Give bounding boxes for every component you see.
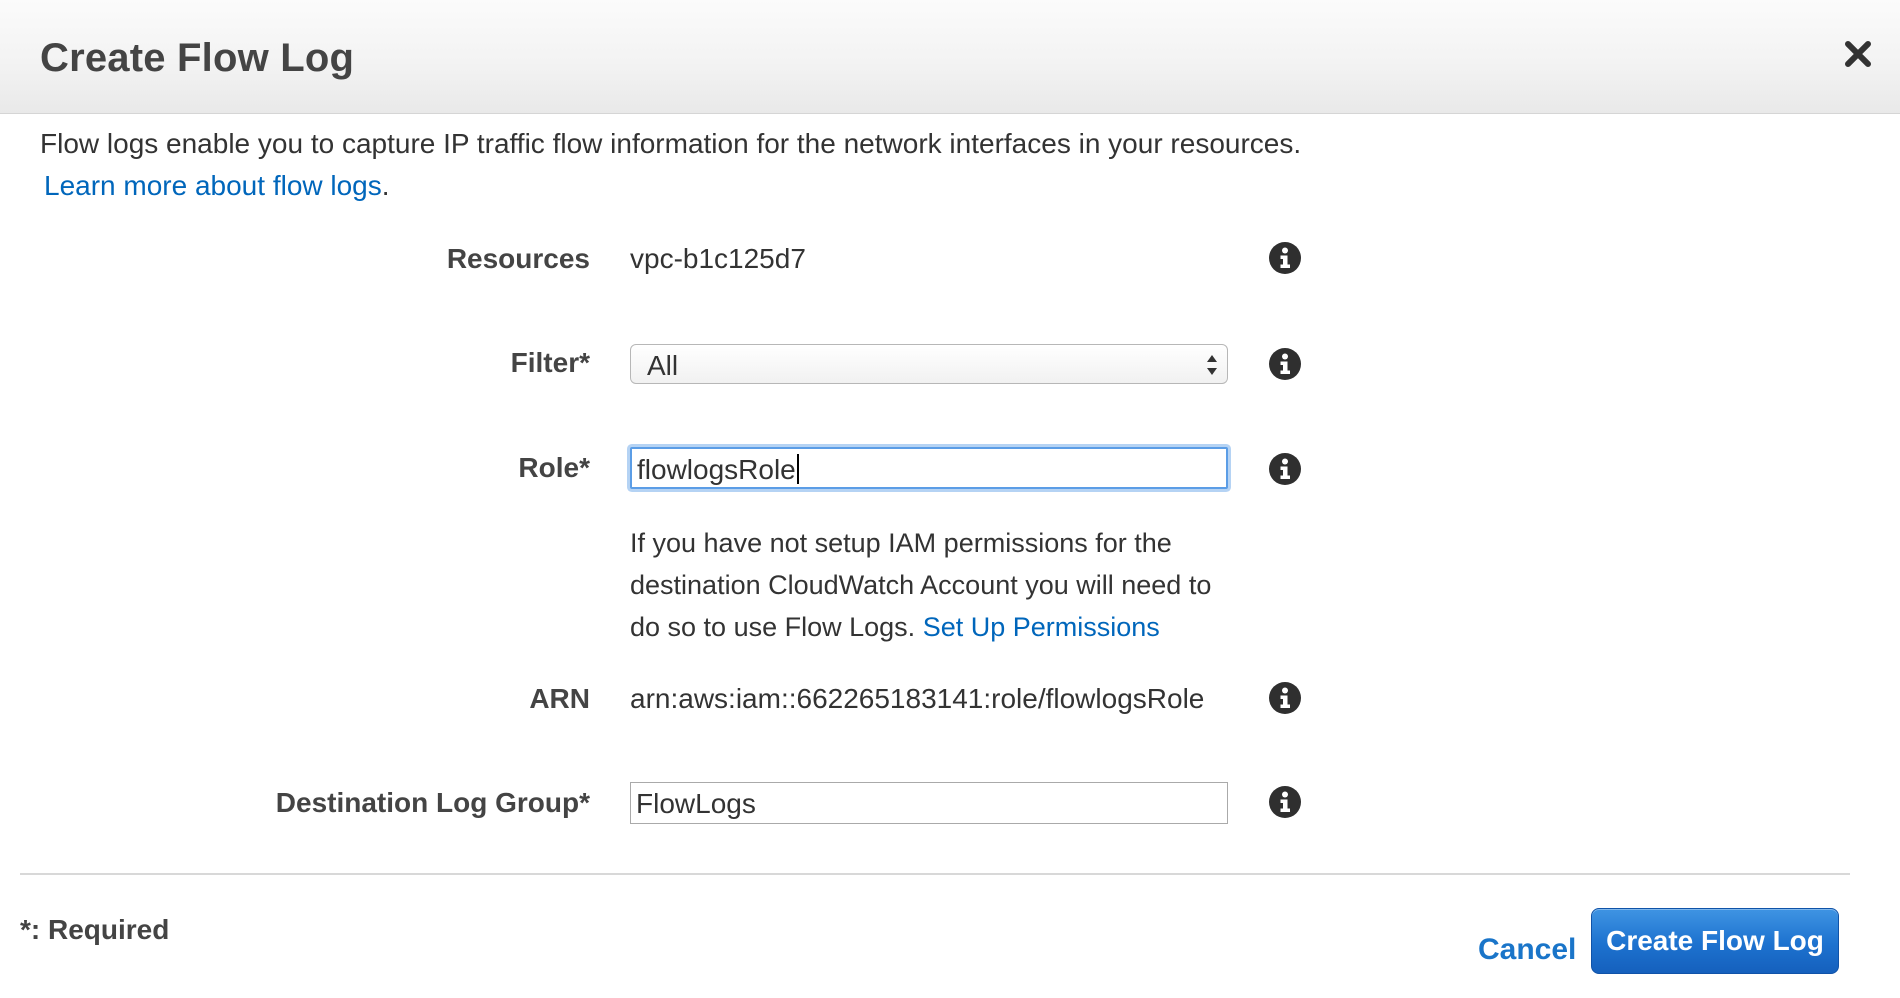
footer-divider xyxy=(20,873,1850,875)
create-flow-log-button[interactable]: Create Flow Log xyxy=(1591,908,1839,974)
set-up-permissions-link[interactable]: Set Up Permissions xyxy=(923,612,1160,642)
dialog-header: Create Flow Log xyxy=(0,0,1900,114)
filter-label: Filter* xyxy=(510,347,590,378)
filter-selected-value: All xyxy=(647,350,679,381)
cancel-button[interactable]: Cancel xyxy=(1478,933,1576,967)
resources-label: Resources xyxy=(446,243,590,274)
text-caret xyxy=(796,454,799,484)
role-label: Role* xyxy=(518,452,590,483)
info-icon[interactable] xyxy=(1268,785,1302,819)
info-icon[interactable] xyxy=(1268,681,1302,715)
destination-log-group-value: FlowLogs xyxy=(636,788,756,819)
role-input[interactable]: flowlogsRole xyxy=(630,447,1228,489)
learn-more-suffix: . xyxy=(381,170,390,201)
role-input-value: flowlogsRole xyxy=(637,454,799,486)
role-help-text: If you have not setup IAM permissions fo… xyxy=(630,522,1230,648)
arn-label: ARN xyxy=(529,683,590,714)
dialog-title: Create Flow Log xyxy=(40,36,355,80)
close-icon[interactable] xyxy=(1840,36,1876,72)
arn-value: arn:aws:iam::662265183141:role/flowlogsR… xyxy=(630,683,1205,714)
destination-log-group-label: Destination Log Group* xyxy=(275,787,590,818)
info-icon[interactable] xyxy=(1268,241,1302,275)
intro-text: Flow logs enable you to capture IP traff… xyxy=(40,128,1302,159)
create-flow-log-dialog: Create Flow Log Flow logs enable you to … xyxy=(0,0,1900,998)
filter-select[interactable]: All xyxy=(630,344,1228,384)
destination-log-group-input[interactable]: FlowLogs xyxy=(630,782,1228,824)
info-icon[interactable] xyxy=(1268,452,1302,486)
learn-more-row: Learn more about flow logs. xyxy=(44,170,390,202)
learn-more-link[interactable]: Learn more about flow logs xyxy=(44,170,382,201)
select-arrows-icon xyxy=(1205,351,1219,384)
required-note: *: Required xyxy=(20,914,170,945)
info-icon[interactable] xyxy=(1268,347,1302,381)
resources-value: vpc-b1c125d7 xyxy=(630,243,806,274)
